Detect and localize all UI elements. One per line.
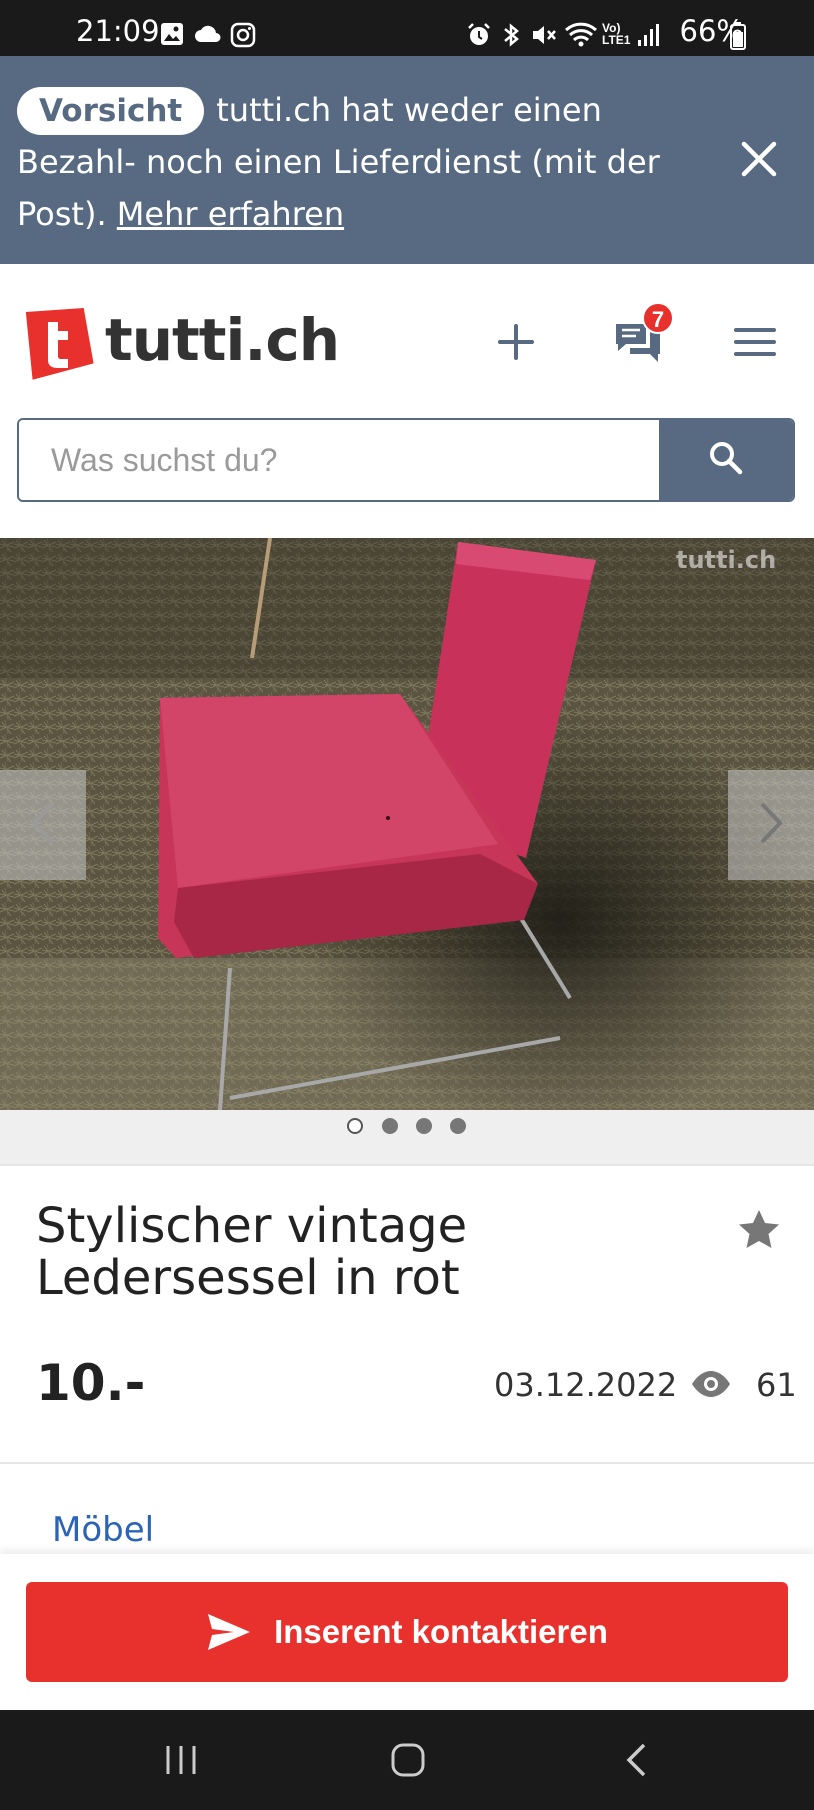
contact-seller-button[interactable]: Inserent kontaktieren <box>26 1582 788 1682</box>
status-bar: 21:09 Vo) LTE1 66% <box>0 0 814 56</box>
battery-icon <box>730 22 746 55</box>
category-link[interactable]: Möbel <box>52 1510 154 1550</box>
learn-more-link[interactable]: Mehr erfahren <box>117 195 344 233</box>
back-icon[interactable] <box>624 1742 648 1783</box>
contact-label: Inserent kontaktieren <box>274 1613 608 1650</box>
hamburger-icon <box>734 328 776 362</box>
alarm-icon <box>466 22 492 53</box>
logo-text[interactable]: tutti.ch <box>105 306 340 374</box>
view-count: 61 <box>756 1366 797 1404</box>
home-icon[interactable] <box>390 1742 426 1783</box>
gallery-pagination <box>0 1110 814 1164</box>
chair-photo-illustration: tutti.ch <box>0 538 814 1110</box>
caution-badge: Vorsicht <box>17 87 205 135</box>
signal-icon <box>636 22 662 53</box>
divider <box>0 1462 814 1464</box>
gallery-dot-3[interactable] <box>416 1118 432 1134</box>
listing-price: 10.- <box>36 1354 146 1412</box>
eye-icon <box>690 1370 732 1403</box>
next-image-button[interactable] <box>728 770 814 880</box>
listing-photo[interactable]: tutti.ch <box>0 538 814 1110</box>
banner-text: Vorsicht tutti.ch hat weder einen Bezahl-… <box>17 84 707 240</box>
send-icon <box>206 1612 252 1652</box>
messages-count-badge: 7 <box>642 302 674 334</box>
bluetooth-icon <box>500 22 522 53</box>
chevron-left-icon <box>28 800 58 851</box>
search-icon <box>708 440 744 481</box>
cloud-icon <box>194 24 222 49</box>
search-bar <box>17 418 795 502</box>
favorite-star-icon[interactable] <box>737 1208 781 1255</box>
system-navigation-bar <box>0 1710 814 1810</box>
add-listing-button[interactable] <box>496 322 536 367</box>
menu-button[interactable] <box>734 326 776 363</box>
search-button[interactable] <box>659 420 793 500</box>
listing-date: 03.12.2022 <box>494 1366 678 1404</box>
divider <box>0 1164 814 1166</box>
messages-button[interactable]: 7 <box>610 302 674 366</box>
listing-title: Stylischer vintage Ledersessel in rot <box>36 1198 468 1306</box>
warning-banner: Vorsicht tutti.ch hat weder einen Bezahl-… <box>0 56 814 264</box>
plus-icon <box>496 324 536 366</box>
lte-icon: Vo) LTE1 <box>602 21 631 47</box>
gallery-dot-1[interactable] <box>347 1118 363 1134</box>
gallery-dot-4[interactable] <box>450 1118 466 1134</box>
wifi-icon <box>564 20 598 53</box>
recent-apps-icon[interactable] <box>164 1744 198 1781</box>
mute-icon <box>530 22 558 53</box>
search-input[interactable] <box>19 420 665 500</box>
photo-watermark: tutti.ch <box>676 546 776 574</box>
instagram-icon <box>230 22 256 53</box>
image-icon <box>160 22 184 51</box>
close-icon[interactable] <box>738 138 780 180</box>
tutti-logo-icon[interactable] <box>18 304 94 385</box>
gallery-dot-2[interactable] <box>382 1118 398 1134</box>
prev-image-button[interactable] <box>0 770 86 880</box>
status-time: 21:09 <box>76 14 160 48</box>
chevron-right-icon <box>756 800 786 851</box>
